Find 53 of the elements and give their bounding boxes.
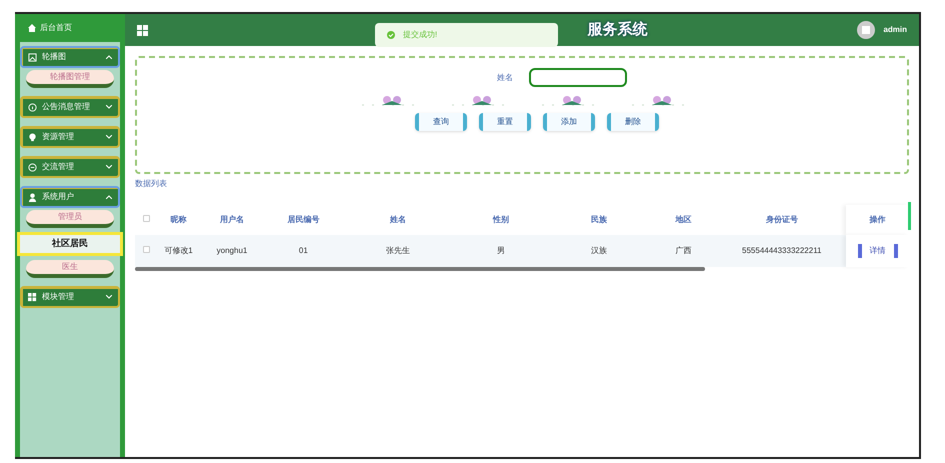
column-header: 姓名 <box>342 205 454 235</box>
menu-item[interactable]: 交流管理 <box>20 156 120 178</box>
success-icon <box>387 31 395 39</box>
column-header: 居民编号 <box>264 205 342 235</box>
horizontal-scrollbar[interactable] <box>135 267 705 271</box>
submenu-item[interactable]: 社区居民 <box>17 232 123 256</box>
action-button[interactable]: 重置 <box>479 113 531 131</box>
column-header: 身份证号 <box>717 205 846 235</box>
submenu-item[interactable]: 轮播图管理 <box>26 70 114 88</box>
column-header: 用户名 <box>200 205 264 235</box>
submenu-item[interactable]: 医生 <box>26 260 114 278</box>
table-cell: yonghu1 <box>200 235 264 267</box>
action-button[interactable]: 删除 <box>607 113 659 131</box>
home-icon <box>28 24 36 32</box>
column-header: 民族 <box>548 205 650 235</box>
menu-item[interactable]: 系统用户 <box>20 186 120 208</box>
grid-icon <box>28 292 37 302</box>
submenu-item[interactable]: 管理员 <box>26 210 114 228</box>
username[interactable]: admin <box>883 24 907 36</box>
table-cell: 广西 <box>650 235 718 267</box>
table-cell: 555544443333222211 <box>717 235 846 267</box>
detail-button[interactable]: 详情 <box>858 244 898 258</box>
chat-icon <box>28 162 37 172</box>
column-header: 昵称 <box>157 205 200 235</box>
picture-icon <box>28 52 37 62</box>
table-cell: 01 <box>264 235 342 267</box>
column-header: 操作 <box>846 205 909 235</box>
table-cell: 汉族 <box>548 235 650 267</box>
action-button[interactable]: 查询 <box>415 113 467 131</box>
column-header: 地区 <box>650 205 718 235</box>
field-label: 姓名 <box>497 72 513 84</box>
menu-item[interactable]: 资源管理 <box>20 126 120 148</box>
user-icon <box>28 192 37 202</box>
menu-item[interactable]: 轮播图 <box>20 46 120 68</box>
section-title: 数据列表 <box>135 178 168 190</box>
vertical-scrollbar[interactable] <box>908 202 911 230</box>
app-title: 服务系统 <box>588 20 648 40</box>
table-cell: 男 <box>454 235 548 267</box>
checkbox[interactable] <box>142 215 150 222</box>
toast-message: 提交成功! <box>403 29 438 41</box>
action-button[interactable]: 添加 <box>543 113 595 131</box>
name-input-field[interactable] <box>529 68 627 87</box>
column-header: 性别 <box>454 205 548 235</box>
avatar-icon[interactable] <box>857 21 876 39</box>
checkbox[interactable] <box>142 246 150 253</box>
menu-item[interactable]: 模块管理 <box>20 286 120 308</box>
menu-icon[interactable] <box>137 24 148 36</box>
table-cell: 张先生 <box>342 235 454 267</box>
home-link[interactable]: 后台首页 <box>20 14 120 42</box>
bulb-icon <box>28 132 37 142</box>
menu-item[interactable]: 公告消息管理 <box>20 96 120 118</box>
table-cell: 可修改1 <box>157 235 200 267</box>
info-icon <box>28 102 37 112</box>
